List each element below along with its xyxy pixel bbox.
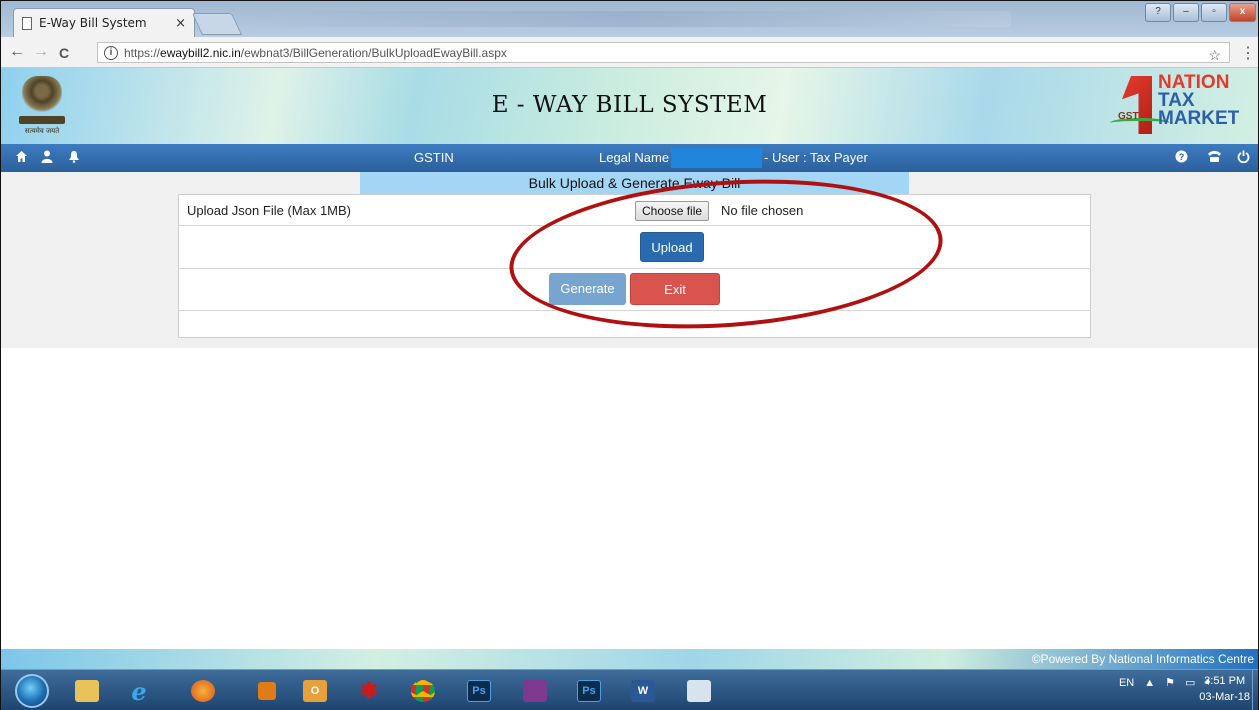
chrome-icon[interactable] <box>401 675 445 707</box>
user-type-label: - User : Tax Payer <box>764 150 868 165</box>
form-row-upload: Upload <box>179 226 1090 269</box>
forward-icon[interactable]: → <box>33 43 49 61</box>
bookmark-star-icon[interactable]: ☆ <box>1208 47 1221 64</box>
address-bar[interactable]: i https://ewaybill2.nic.in/ewbnat3/BillG… <box>97 42 1230 63</box>
app-splash-icon[interactable]: ✱ <box>347 675 391 707</box>
browser-toolbar: ← → C i https://ewaybill2.nic.in/ewbnat3… <box>1 37 1258 68</box>
upload-button[interactable]: Upload <box>640 232 704 262</box>
main-content: Bulk Upload & Generate Eway Bill Upload … <box>1 172 1258 348</box>
word-icon[interactable]: W <box>621 675 665 707</box>
upload-json-label: Upload Json File (Max 1MB) <box>187 203 351 218</box>
tab-close-icon[interactable]: × <box>175 16 186 31</box>
presentation-app-icon[interactable] <box>513 675 557 707</box>
photoshop-icon-2[interactable]: Ps <box>567 675 611 707</box>
reload-icon[interactable]: C <box>59 45 69 61</box>
browser-tabstrip: E-Way Bill System × ? – ▫ x <box>1 1 1258 37</box>
window-close-button[interactable]: x <box>1229 3 1256 22</box>
taskbar-clock[interactable]: 3:51 PM 03-Mar-18 <box>1199 673 1250 705</box>
file-status-text: No file chosen <box>721 203 804 218</box>
nation-tax-market-logo: GST NATION TAX MARKET <box>1108 73 1258 138</box>
network-tray-icon[interactable]: ▭ <box>1185 676 1195 689</box>
section-title: Bulk Upload & Generate Eway Bill <box>360 172 909 194</box>
page-icon <box>22 16 32 30</box>
clock-time: 3:51 PM <box>1204 675 1246 687</box>
user-icon[interactable] <box>41 150 53 166</box>
form-row-upload-file: Upload Json File (Max 1MB) Choose file N… <box>179 195 1090 226</box>
bell-icon[interactable] <box>68 150 80 166</box>
url-scheme: https:// <box>124 45 161 60</box>
firefox-icon[interactable] <box>181 675 225 707</box>
tray-expand-icon[interactable]: ▲ <box>1144 677 1155 689</box>
action-center-flag-icon[interactable]: ⚑ <box>1165 676 1175 689</box>
outlook-icon[interactable]: O <box>293 675 337 707</box>
internet-explorer-icon[interactable]: e <box>117 675 161 707</box>
site-info-icon[interactable]: i <box>104 45 118 60</box>
start-button[interactable] <box>15 674 49 708</box>
new-tab-button[interactable] <box>191 13 243 35</box>
browser-menu-icon[interactable]: ⋮ <box>1240 43 1256 63</box>
exit-button[interactable]: Exit <box>630 273 720 305</box>
site-banner: सत्यमेव जयते E - WAY BILL SYSTEM GST NAT… <box>1 68 1258 144</box>
phone-icon[interactable] <box>1207 150 1222 166</box>
window-minimize-button[interactable]: – <box>1173 3 1199 22</box>
site-footer: ©Powered By National Informatics Centre <box>1 649 1258 669</box>
top-nav-strip: GSTIN Legal Name - User : Tax Payer ? <box>1 144 1258 172</box>
language-indicator[interactable]: EN <box>1119 677 1134 689</box>
legal-name-label: Legal Name <box>599 150 670 165</box>
system-tray: EN ▲ ⚑ ▭ 🔈︎ <box>1119 676 1212 689</box>
browser-tab-eway[interactable]: E-Way Bill System × <box>13 8 195 37</box>
windows-taskbar: e O ✱ Ps Ps W EN ▲ ⚑ ▭ 🔈︎ 3:51 PM 03-Mar… <box>1 669 1258 710</box>
url-path: /ewbnat3/BillGeneration/BulkUploadEwayBi… <box>240 45 507 60</box>
window-maximize-button[interactable]: ▫ <box>1201 3 1227 22</box>
blurred-tab-area <box>251 11 1011 27</box>
help-icon[interactable]: ? <box>1175 150 1188 166</box>
logo-market-text: MARKET <box>1158 108 1240 129</box>
home-icon[interactable] <box>15 150 28 166</box>
gstin-label: GSTIN <box>414 150 454 165</box>
emblem-motto: सत्यमेव जयते <box>24 127 60 135</box>
form-row-empty <box>179 311 1090 337</box>
tab-title: E-Way Bill System <box>39 16 147 30</box>
file-explorer-icon[interactable] <box>65 675 109 707</box>
media-player-icon[interactable] <box>245 675 289 707</box>
svg-text:?: ? <box>1179 152 1185 162</box>
photoshop-icon-1[interactable]: Ps <box>457 675 501 707</box>
logo-gst-text: GST <box>1118 111 1139 122</box>
window-help-button[interactable]: ? <box>1145 3 1171 22</box>
form-row-actions: Generate Exit <box>179 269 1090 311</box>
bulk-upload-form: Upload Json File (Max 1MB) Choose file N… <box>178 194 1091 338</box>
show-desktop-button[interactable] <box>1252 670 1258 710</box>
url-host: ewaybill2.nic.in <box>160 45 241 60</box>
back-icon[interactable]: ← <box>9 43 25 61</box>
generate-button[interactable]: Generate <box>549 273 626 305</box>
page-title: E - WAY BILL SYSTEM <box>491 92 768 118</box>
legal-name-redaction <box>671 148 762 168</box>
power-icon[interactable] <box>1237 150 1250 166</box>
powered-by-text: ©Powered By National Informatics Centre <box>1031 652 1254 666</box>
clock-date: 03-Mar-18 <box>1199 691 1250 703</box>
network-app-icon[interactable] <box>677 675 721 707</box>
choose-file-button[interactable]: Choose file <box>635 201 710 221</box>
